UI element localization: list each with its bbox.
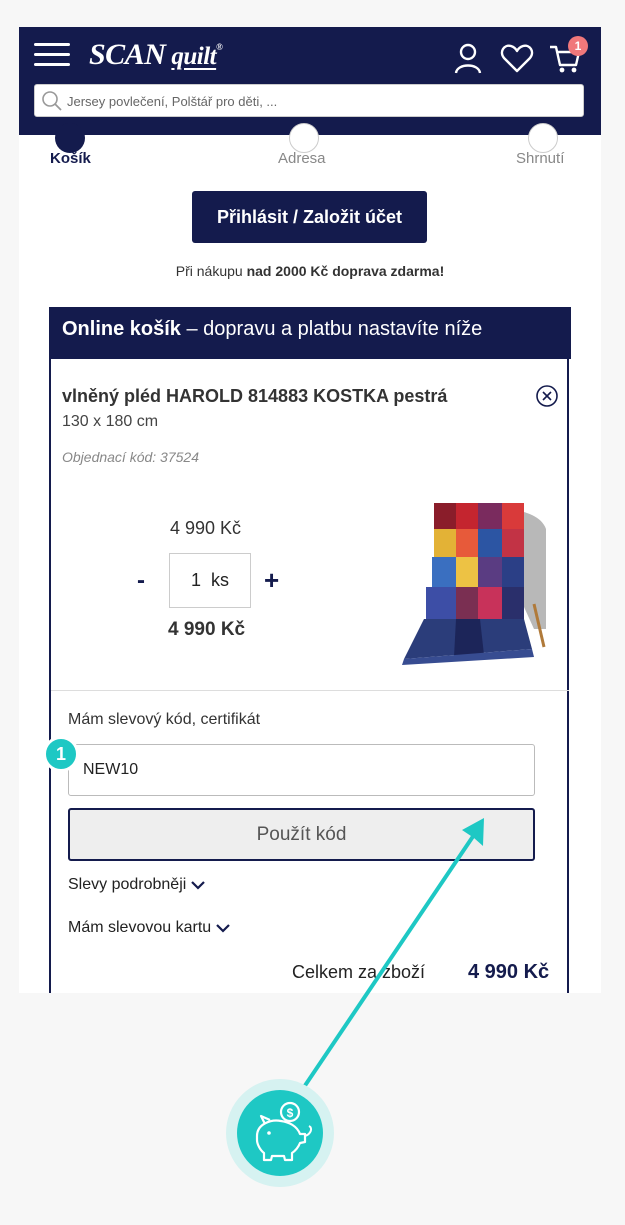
apply-code-button[interactable]: Použít kód (68, 808, 535, 861)
phone-screen: SCANquilt® 1 Košík Adresa Shrnutí Přihlá… (19, 27, 601, 993)
shipping-threshold: nad 2000 Kč doprava zdarma! (246, 263, 445, 279)
piggy-bank-icon: $ (255, 1101, 313, 1162)
discount-details-toggle[interactable]: Slevy podrobněji (68, 876, 206, 894)
product-order-code: Objednací kód: 37524 (62, 449, 199, 465)
remove-item-icon[interactable] (535, 384, 559, 408)
search-icon[interactable] (41, 90, 63, 112)
discount-code-input[interactable] (68, 744, 535, 796)
search-input[interactable] (67, 89, 567, 113)
step-cart-indicator (55, 123, 85, 153)
discount-card-toggle[interactable]: Mám slevovou kartu (68, 919, 231, 937)
free-shipping-note: Při nákupu nad 2000 Kč doprava zdarma! (19, 263, 601, 279)
quantity-increase-button[interactable]: + (264, 565, 279, 596)
step-summary-label[interactable]: Shrnutí (516, 150, 564, 167)
cart-header: Online košík – dopravu a platbu nastavít… (49, 307, 571, 359)
cart-subtitle: – dopravu a platbu nastavíte níže (180, 318, 483, 340)
cart-title: Online košík (62, 318, 181, 340)
svg-text:$: $ (287, 1106, 294, 1120)
step-cart-label[interactable]: Košík (50, 150, 91, 167)
logo-main-text: SCAN (89, 38, 166, 71)
site-header: SCAN quilt® 1 (19, 27, 601, 135)
quantity-decrease-button[interactable]: - (137, 567, 145, 595)
quantity-value: 1 (190, 570, 201, 590)
section-divider (51, 690, 569, 691)
product-name[interactable]: vlněný pléd HAROLD 814883 KOSTKA pestrá (62, 386, 447, 407)
line-total-price: 4 990 Kč (168, 619, 246, 640)
chevron-down-icon (191, 880, 206, 890)
step-summary-indicator (528, 123, 558, 153)
user-icon[interactable] (451, 41, 485, 75)
logo-sub-text: quilt (171, 43, 217, 70)
logo-reg-mark: ® (216, 42, 223, 52)
subtotal-label: Celkem za zboží (292, 962, 426, 982)
unit-price: 4 990 Kč (170, 518, 242, 538)
heart-icon[interactable] (500, 41, 534, 75)
product-size: 130 x 180 cm (62, 413, 159, 430)
discount-code-label: Mám slevový kód, certifikát (68, 711, 261, 728)
cart-count-badge: 1 (568, 36, 588, 56)
quantity-field[interactable]: 1 ks (169, 553, 251, 608)
step-address-indicator (289, 123, 319, 153)
menu-icon[interactable] (34, 43, 72, 69)
product-image[interactable] (384, 499, 554, 667)
subtotal-value: 4 990 Kč (468, 961, 550, 983)
shipping-prefix: Při nákupu (175, 263, 247, 279)
scanquilt-logo[interactable]: SCAN quilt® (89, 38, 223, 72)
annotation-step-badge: 1 (43, 736, 79, 772)
discount-details-label: Slevy podrobněji (68, 876, 187, 893)
search-bar (34, 84, 584, 117)
discount-card-label: Mám slevovou kartu (68, 919, 212, 936)
login-register-button[interactable]: Přihlásit / Založit účet (192, 191, 427, 243)
chevron-down-icon (216, 923, 230, 933)
step-address-label[interactable]: Adresa (278, 150, 326, 167)
quantity-unit: ks (211, 570, 230, 590)
